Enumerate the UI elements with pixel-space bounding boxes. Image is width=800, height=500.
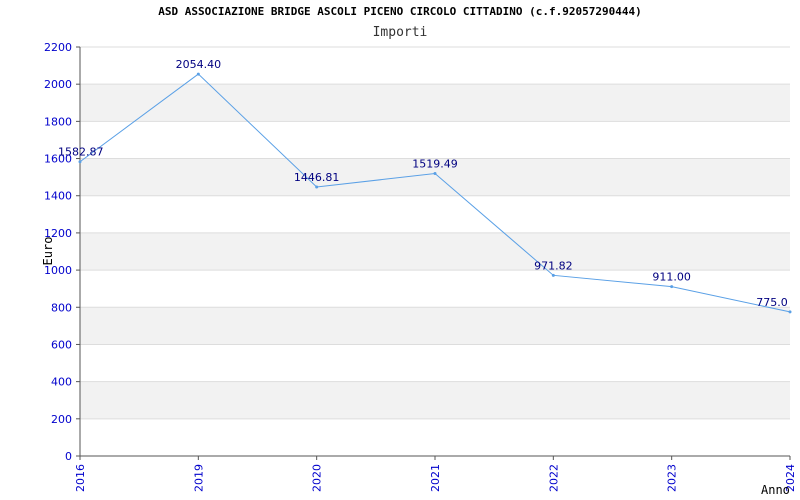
data-point (670, 285, 674, 289)
data-label: 911.00 (652, 271, 691, 284)
grid-band (80, 84, 790, 122)
y-axis-title: Euro (41, 237, 55, 266)
x-tick-labels: 2016 2019 2020 2021 2022 2023 2024 (74, 464, 797, 492)
x-tick-label: 2016 (74, 464, 87, 492)
data-label: 971.82 (534, 259, 573, 272)
data-point (788, 310, 792, 314)
grid-band (80, 307, 790, 345)
data-point (551, 273, 555, 277)
x-tick-label: 2019 (192, 464, 205, 492)
line-chart: 0200400600800100012001400160018002000220… (41, 41, 797, 497)
y-tick-label: 800 (51, 301, 72, 314)
y-tick-label: 2000 (44, 78, 72, 91)
x-tick-label: 2021 (429, 464, 442, 492)
x-axis-title: Anno (761, 483, 790, 497)
data-point (196, 72, 200, 76)
data-label: 2054.40 (176, 58, 222, 71)
grid-band (80, 232, 790, 271)
data-point (433, 172, 437, 176)
y-tick-label: 600 (51, 338, 72, 351)
data-label: 1582.87 (58, 146, 104, 159)
x-tick-label: 2023 (666, 464, 679, 492)
x-tick-label: 2022 (547, 464, 560, 492)
y-tick-label: 200 (51, 413, 72, 426)
background-bands (80, 84, 790, 419)
y-tick-label: 400 (51, 376, 72, 389)
x-tick-label: 2020 (311, 464, 324, 492)
y-tick-label: 0 (65, 450, 72, 463)
data-point (315, 185, 319, 189)
data-label: 1519.49 (412, 158, 458, 171)
data-point (78, 160, 82, 164)
data-label: 1446.81 (294, 171, 340, 184)
y-tick-label: 2200 (44, 41, 72, 54)
data-label: 775.0 (756, 296, 788, 309)
y-tick-label: 1400 (44, 190, 72, 203)
grid-band (80, 381, 790, 419)
y-tick-label: 1800 (44, 115, 72, 128)
